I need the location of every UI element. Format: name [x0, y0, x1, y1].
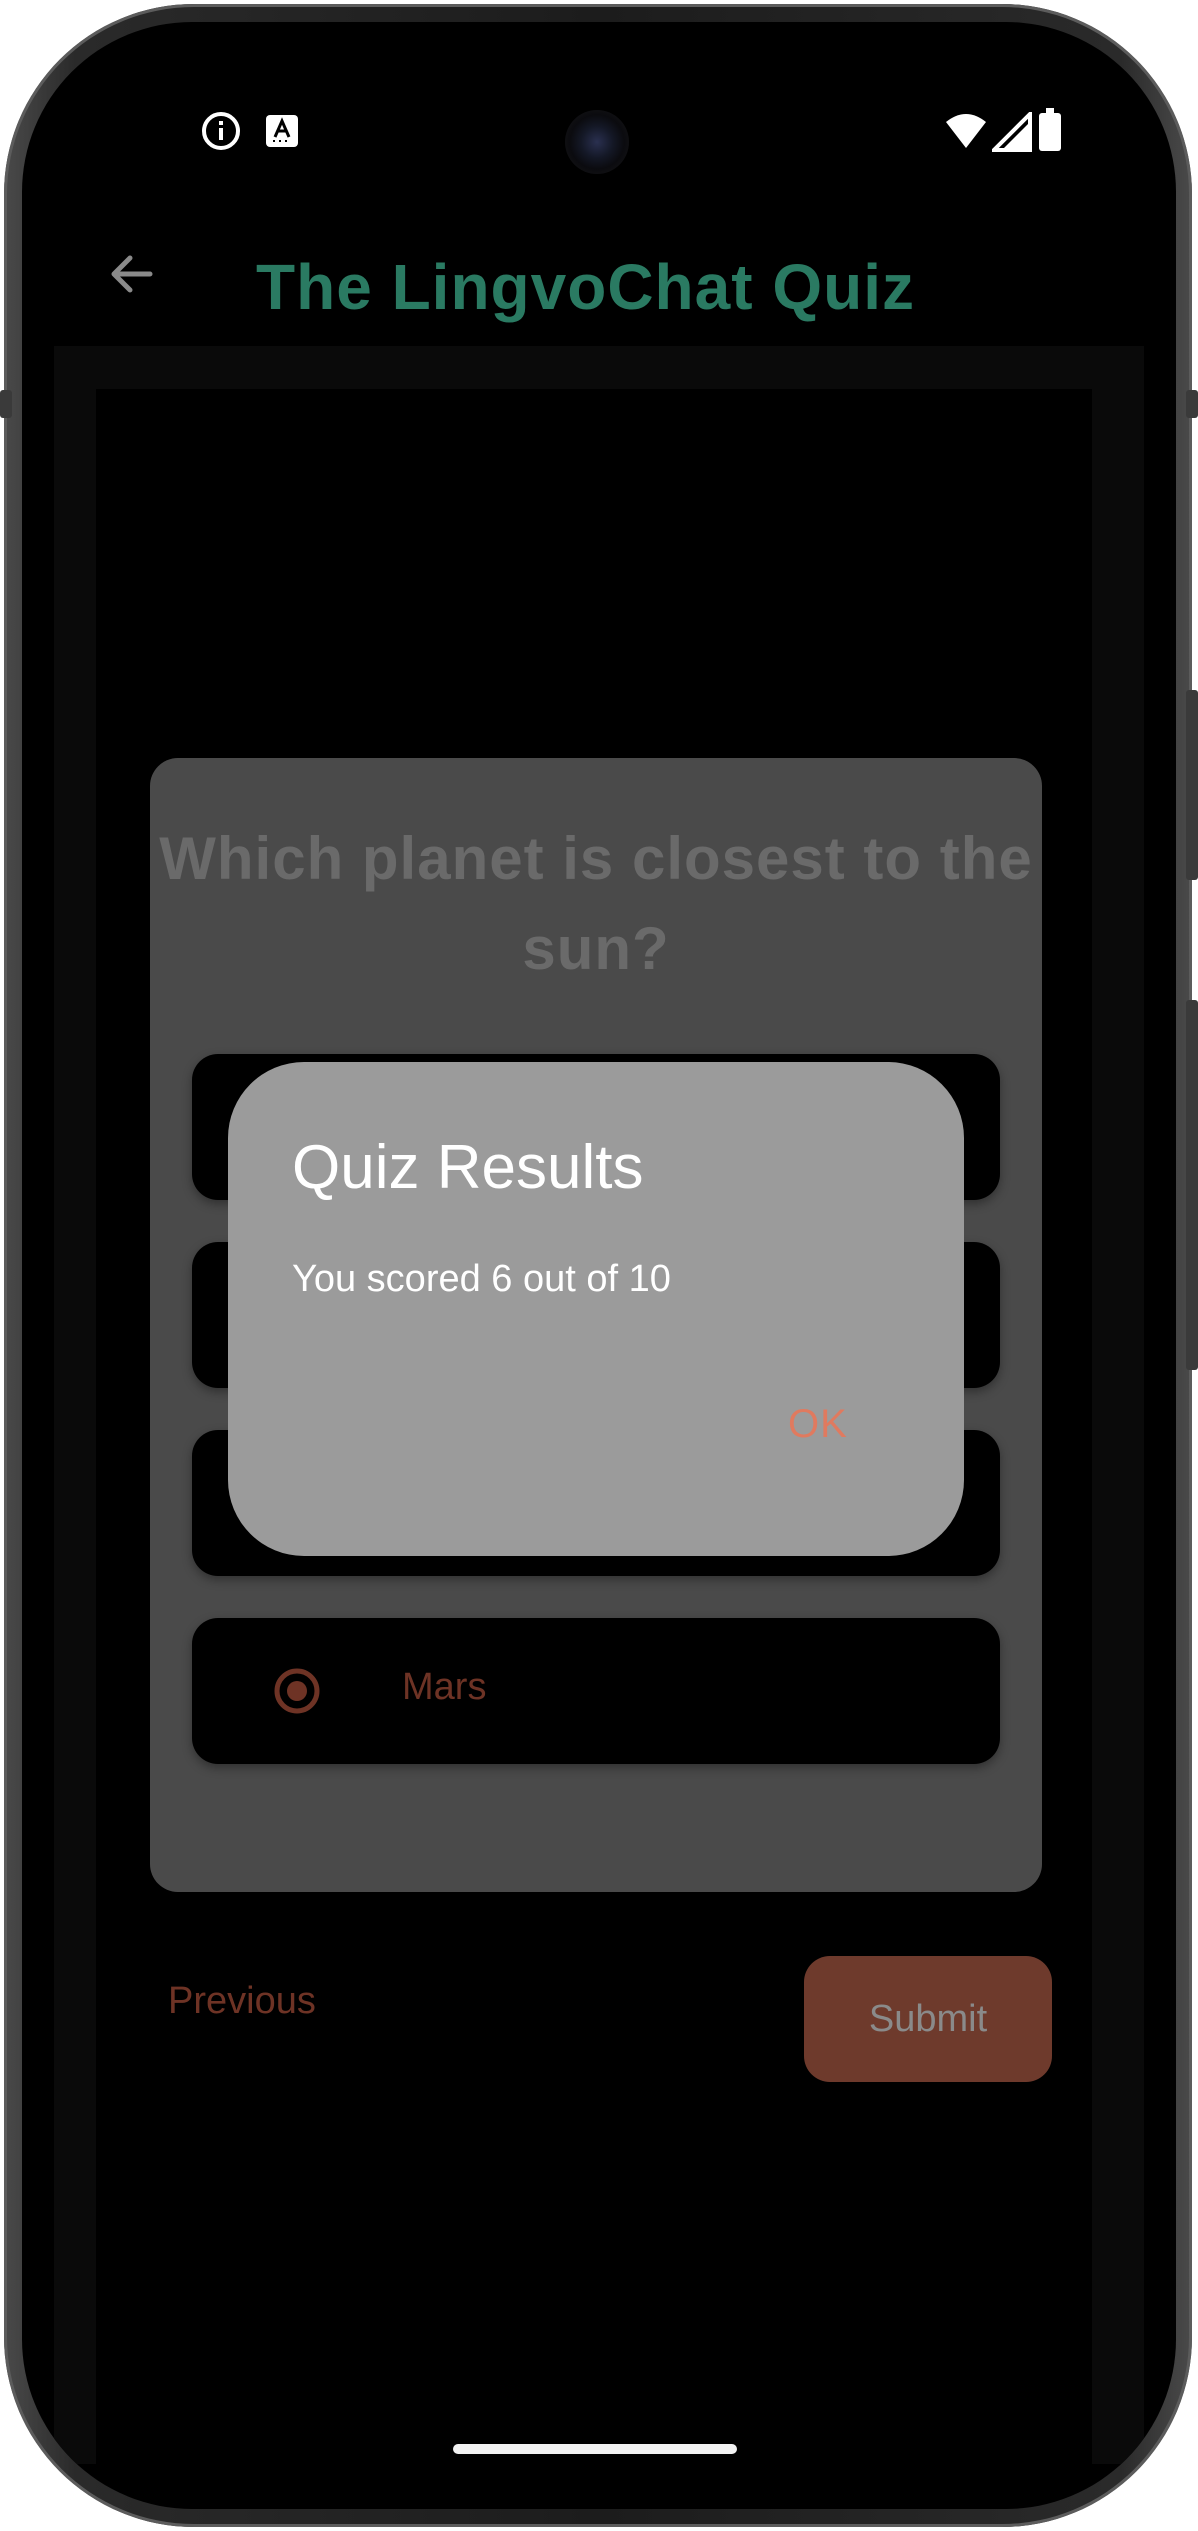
screen: The LingvoChat Quiz Which planet is clos… [22, 22, 1176, 2509]
arrow-back-icon[interactable] [102, 244, 162, 304]
ok-button[interactable]: OK [788, 1402, 848, 1447]
quiz-results-dialog: Quiz Results You scored 6 out of 10 OK [228, 1062, 964, 1556]
question-text: Which planet is closest to the sun? [159, 825, 1033, 982]
home-indicator[interactable] [453, 2444, 737, 2454]
battery-icon [1039, 108, 1061, 151]
dialog-title: Quiz Results [292, 1133, 644, 1202]
previous-button[interactable]: Previous [168, 1980, 316, 2023]
volume-up-button [1186, 690, 1198, 880]
answer-option-4[interactable]: Mars [192, 1618, 1000, 1764]
side-button-left [0, 390, 12, 418]
side-button-top [1186, 390, 1198, 418]
answer-option-label: Mars [402, 1666, 487, 1708]
wifi-icon [946, 114, 986, 148]
info-icon [202, 112, 240, 150]
page-title: The LingvoChat Quiz [256, 251, 915, 323]
radio-selected-icon[interactable] [274, 1668, 320, 1714]
power-button [1186, 1000, 1198, 1370]
text-recognition-icon [266, 115, 298, 147]
front-camera [565, 110, 629, 174]
cellular-signal-icon [992, 112, 1032, 152]
submit-button[interactable]: Submit [804, 1956, 1052, 2082]
dialog-message: You scored 6 out of 10 [292, 1258, 671, 1300]
